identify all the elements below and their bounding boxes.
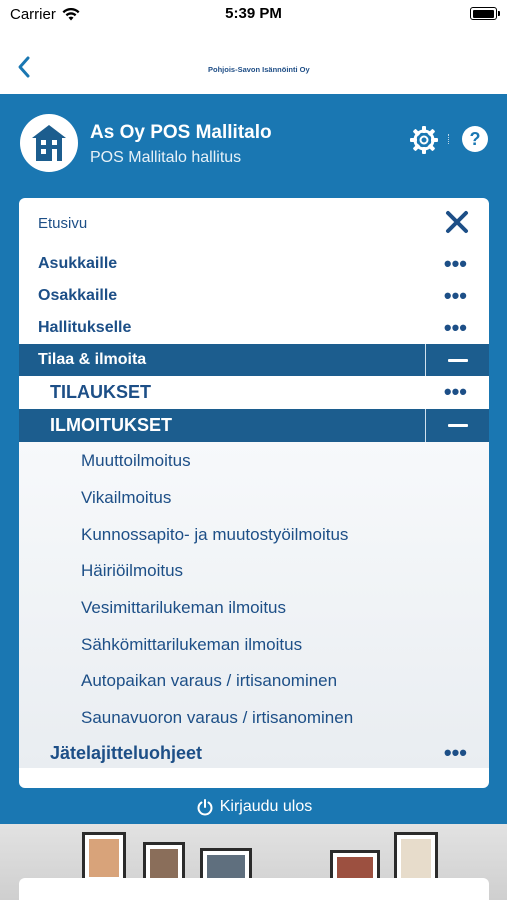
building-avatar: [20, 114, 78, 172]
menu-item-label: Osakkaille: [38, 287, 118, 304]
notice-item[interactable]: Kunnossapito- ja muutostyöilmoitus: [19, 518, 489, 552]
menu-item-label: Hallitukselle: [38, 319, 132, 336]
menu-item-label: TILAUKSET: [50, 381, 151, 402]
gear-icon: [410, 126, 438, 154]
menu-item-notices[interactable]: ILMOITUKSET: [19, 409, 489, 442]
more-options-icon[interactable]: •••: [444, 742, 467, 764]
collapse-button[interactable]: [425, 344, 489, 376]
notice-label: Vikailmoitus: [81, 488, 172, 507]
minus-icon: [447, 424, 468, 427]
more-options-icon[interactable]: •••: [444, 381, 467, 403]
menu-item-waste-sorting[interactable]: Jätelajitteluohjeet •••: [19, 736, 489, 770]
menu-item-label: Tilaa & ilmoita: [38, 351, 147, 368]
notice-label: Saunavuoron varaus / irtisanominen: [81, 708, 354, 727]
notice-label: Muuttoilmoitus: [81, 451, 191, 470]
status-time: 5:39 PM: [225, 5, 282, 22]
collapse-button[interactable]: [425, 409, 489, 442]
menu-item-shareholders[interactable]: Osakkaille •••: [19, 280, 489, 312]
menu-item-board[interactable]: Hallitukselle •••: [19, 312, 489, 344]
chevron-left-icon: [18, 56, 30, 78]
notice-label: Vesimittarilukeman ilmoitus: [81, 598, 287, 617]
page-subtitle: POS Mallitalo hallitus: [90, 149, 242, 166]
company-logo: Pohjois-Savon Isännöinti Oy: [205, 54, 310, 84]
navigation-bar: Pohjois-Savon Isännöinti Oy: [0, 28, 507, 94]
menu-item-label: Jätelajitteluohjeet: [50, 742, 203, 763]
more-options-icon[interactable]: •••: [444, 317, 467, 339]
building-icon: [32, 125, 66, 161]
menu-item-order-notify[interactable]: Tilaa & ilmoita: [19, 344, 489, 376]
back-button[interactable]: [12, 52, 40, 82]
notice-label: Kunnossapito- ja muutostyöilmoitus: [81, 525, 349, 544]
notice-label: Autopaikan varaus / irtisanominen: [81, 671, 338, 690]
menu-item-orders[interactable]: TILAUKSET •••: [19, 376, 489, 408]
notice-item[interactable]: Saunavuoron varaus / irtisanominen: [19, 701, 489, 735]
main-area: As Oy POS Mallitalo POS Mallitalo hallit…: [0, 94, 507, 824]
status-bar: Carrier 5:39 PM: [0, 0, 507, 28]
notice-item[interactable]: Vikailmoitus: [19, 481, 489, 515]
logout-label: Kirjaudu ulos: [219, 798, 313, 815]
battery-icon: [470, 7, 500, 20]
settings-button[interactable]: [408, 124, 440, 156]
close-menu-button[interactable]: [445, 210, 469, 234]
page-title: As Oy POS Mallitalo: [90, 122, 272, 143]
notice-item[interactable]: Sähkömittarilukeman ilmoitus: [19, 628, 489, 662]
minus-icon: [447, 358, 468, 362]
notice-item[interactable]: Häiriöilmoitus: [19, 554, 489, 588]
menu-item-label: Asukkaille: [38, 255, 118, 272]
menu-item-home[interactable]: Etusivu: [19, 208, 489, 238]
notice-item[interactable]: Vesimittarilukeman ilmoitus: [19, 591, 489, 625]
more-options-icon[interactable]: •••: [444, 285, 467, 307]
menu-item-label: Etusivu: [38, 214, 88, 232]
help-button[interactable]: ?: [462, 126, 488, 152]
menu-item-label: ILMOITUKSET: [50, 415, 172, 435]
picture-frame: [82, 832, 126, 884]
logo-text: Pohjois-Savon Isännöinti Oy: [208, 64, 310, 74]
bottom-panel: [19, 878, 489, 900]
logout-button[interactable]: Kirjaudu ulos: [19, 792, 489, 822]
power-icon: [197, 799, 213, 816]
navigation-menu: Etusivu Asukkaille ••• Osakkaille ••• Ha…: [19, 198, 489, 788]
notice-item[interactable]: Autopaikan varaus / irtisanominen: [19, 664, 489, 698]
notice-item[interactable]: Muuttoilmoitus: [19, 444, 489, 478]
close-icon: [446, 211, 468, 233]
notice-label: Sähkömittarilukeman ilmoitus: [81, 635, 303, 654]
notice-label: Häiriöilmoitus: [81, 561, 184, 580]
divider: [448, 134, 450, 144]
menu-item-residents[interactable]: Asukkaille •••: [19, 248, 489, 280]
more-options-icon[interactable]: •••: [444, 253, 467, 275]
